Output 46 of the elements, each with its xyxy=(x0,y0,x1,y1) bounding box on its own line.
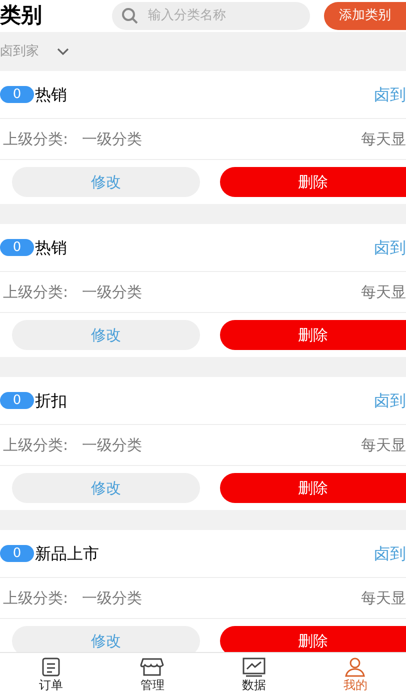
search-icon xyxy=(121,6,139,24)
count-badge: 0 xyxy=(0,392,34,409)
search-field[interactable]: 输入分类名称 xyxy=(112,2,310,30)
delete-button[interactable]: 删除 xyxy=(220,626,406,652)
parent-label: 上级分类: xyxy=(3,588,68,609)
category-name: 新品上市 xyxy=(35,542,99,564)
parent-label: 上级分类: xyxy=(3,434,68,456)
category-name: 热销 xyxy=(35,236,67,258)
edit-button[interactable]: 修改 xyxy=(12,167,200,197)
edit-button[interactable]: 修改 xyxy=(12,626,200,652)
store-name[interactable]: 卤到 xyxy=(374,82,406,106)
delete-button[interactable]: 删除 xyxy=(220,167,406,197)
display-text: 每天显 xyxy=(361,282,406,303)
tab-item[interactable]: 数据 xyxy=(203,653,304,694)
delete-button[interactable]: 删除 xyxy=(220,473,406,503)
tab-item[interactable]: 管理 xyxy=(102,653,203,694)
store-name[interactable]: 卤到 xyxy=(374,542,406,566)
store-name[interactable]: 卤到 xyxy=(374,388,406,412)
parent-value: 一级分类 xyxy=(82,588,142,609)
category-name: 折扣 xyxy=(35,390,67,412)
tab-item[interactable]: 我的 xyxy=(304,653,406,694)
count-badge: 0 xyxy=(0,239,34,256)
display-text: 每天显 xyxy=(361,588,406,609)
category-name: 热销 xyxy=(35,84,67,106)
parent-value: 一级分类 xyxy=(82,434,142,456)
display-text: 每天显 xyxy=(361,128,406,150)
display-text: 每天显 xyxy=(361,434,406,456)
page-title: 类别 xyxy=(0,5,42,26)
count-badge: 0 xyxy=(0,86,34,103)
chevron-down-icon xyxy=(57,48,69,56)
parent-value: 一级分类 xyxy=(82,282,142,303)
parent-value: 一级分类 xyxy=(82,128,142,150)
delete-button[interactable]: 删除 xyxy=(220,320,406,350)
edit-button[interactable]: 修改 xyxy=(12,473,200,503)
document-icon xyxy=(40,657,61,677)
storefront-icon xyxy=(140,657,164,677)
edit-button[interactable]: 修改 xyxy=(12,320,200,350)
parent-label: 上级分类: xyxy=(3,128,68,150)
store-dropdown[interactable]: 卤到家 xyxy=(0,42,69,62)
parent-label: 上级分类: xyxy=(3,282,68,303)
store-name[interactable]: 卤到 xyxy=(374,236,406,260)
tab-item[interactable]: 订单 xyxy=(0,653,102,694)
count-badge: 0 xyxy=(0,545,34,562)
line-chart-icon xyxy=(242,657,266,677)
add-category-button[interactable]: 添加类别 xyxy=(324,2,406,30)
person-icon xyxy=(344,657,366,677)
